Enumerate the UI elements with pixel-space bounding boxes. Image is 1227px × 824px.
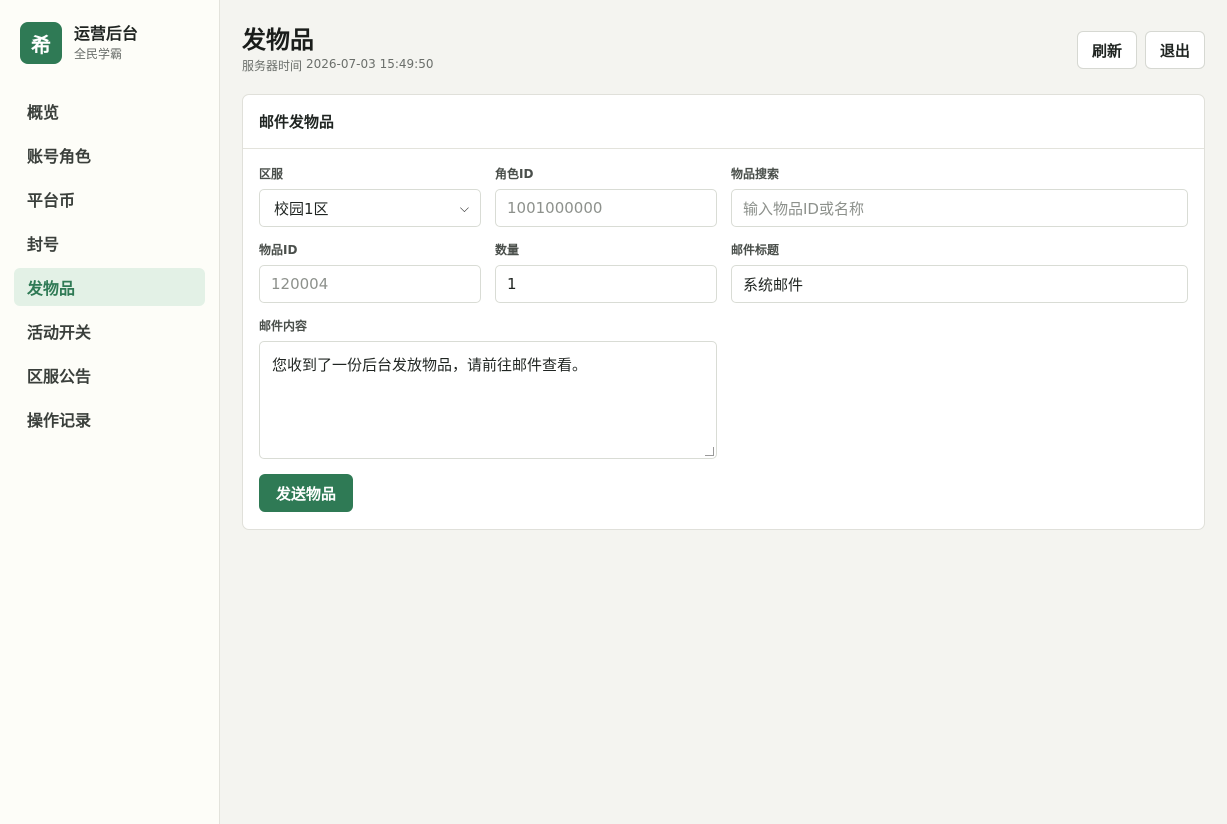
mail-title-input[interactable]: 系统邮件: [731, 265, 1188, 303]
send-items-button[interactable]: 发送物品: [259, 474, 354, 512]
sidebar-item-activity-switch[interactable]: 活动开关: [14, 312, 205, 350]
brand-text: 运营后台 全民学霸: [74, 23, 138, 63]
mail-title-label: 邮件标题: [731, 243, 780, 257]
server-time: 服务器时间 2026-07-03 15:49:50: [242, 57, 433, 74]
brand-title: 运营后台: [74, 24, 139, 43]
role-id-field: 角色ID 1001000000: [495, 165, 717, 227]
sidebar-item-platform-currency[interactable]: 平台币: [14, 180, 205, 218]
server-select[interactable]: 校园1区 ⌵: [259, 189, 481, 227]
send-items-card: 邮件发物品 区服 校园1区 ⌵ 角色ID 1001000000 物品搜索 输入物…: [242, 94, 1205, 530]
sidebar-item-overview[interactable]: 概览: [14, 92, 205, 130]
server-time-label: 服务器时间: [242, 59, 303, 73]
sidebar-item-send-items[interactable]: 发物品: [14, 268, 205, 306]
main-content: 发物品 服务器时间 2026-07-03 15:49:50 刷新 退出 邮件发物…: [220, 0, 1227, 824]
page-title: 发物品: [242, 26, 314, 54]
server-select-value: 校园1区: [274, 199, 329, 218]
app-root: 希 运营后台 全民学霸 概览 账号角色 平台币 封号 发物品 活动开关 区服公告…: [0, 0, 1227, 824]
mail-content-text: 您收到了一份后台发放物品，请前往邮件查看。: [272, 356, 588, 374]
brand-subtitle: 全民学霸: [74, 47, 123, 61]
quantity-field: 数量 1: [495, 241, 717, 303]
sidebar: 希 运营后台 全民学霸 概览 账号角色 平台币 封号 发物品 活动开关 区服公告…: [0, 0, 220, 824]
card-title: 邮件发物品: [243, 95, 1204, 149]
title-block: 发物品 服务器时间 2026-07-03 15:49:50: [242, 24, 433, 74]
item-id-label: 物品ID: [259, 243, 298, 257]
sidebar-item-ban[interactable]: 封号: [14, 224, 205, 262]
mail-content-field: 邮件内容 您收到了一份后台发放物品，请前往邮件查看。: [259, 317, 717, 459]
sidebar-nav: 概览 账号角色 平台币 封号 发物品 活动开关 区服公告 操作记录: [14, 92, 205, 438]
item-search-field: 物品搜索 输入物品ID或名称: [731, 165, 1188, 227]
quantity-input[interactable]: 1: [495, 265, 717, 303]
mail-content-textarea[interactable]: 您收到了一份后台发放物品，请前往邮件查看。: [259, 341, 717, 459]
topbar: 发物品 服务器时间 2026-07-03 15:49:50 刷新 退出: [242, 24, 1205, 94]
quantity-label: 数量: [495, 243, 520, 257]
server-time-value: 2026-07-03 15:49:50: [306, 57, 434, 71]
mail-title-field: 邮件标题 系统邮件: [731, 241, 1188, 303]
logout-button[interactable]: 退出: [1144, 31, 1205, 69]
item-search-label: 物品搜索: [731, 167, 780, 181]
sidebar-item-account-roles[interactable]: 账号角色: [14, 136, 205, 174]
resize-handle-icon[interactable]: [705, 447, 714, 456]
brand-logo: 希: [20, 22, 62, 64]
sidebar-item-operation-log[interactable]: 操作记录: [14, 400, 205, 438]
item-id-input[interactable]: 120004: [259, 265, 481, 303]
server-field: 区服 校园1区 ⌵: [259, 165, 481, 227]
server-label: 区服: [259, 167, 284, 181]
brand: 希 运营后台 全民学霸: [20, 22, 205, 64]
role-id-label: 角色ID: [495, 167, 534, 181]
top-actions: 刷新 退出: [1076, 31, 1205, 69]
item-search-input[interactable]: 输入物品ID或名称: [731, 189, 1188, 227]
role-id-input[interactable]: 1001000000: [495, 189, 717, 227]
chevron-down-icon: ⌵: [459, 200, 469, 215]
card-body: 区服 校园1区 ⌵ 角色ID 1001000000 物品搜索 输入物品ID或名称…: [243, 149, 1204, 529]
mail-content-label: 邮件内容: [259, 319, 308, 333]
sidebar-item-server-notice[interactable]: 区服公告: [14, 356, 205, 394]
item-id-field: 物品ID 120004: [259, 241, 481, 303]
refresh-button[interactable]: 刷新: [1076, 31, 1137, 69]
